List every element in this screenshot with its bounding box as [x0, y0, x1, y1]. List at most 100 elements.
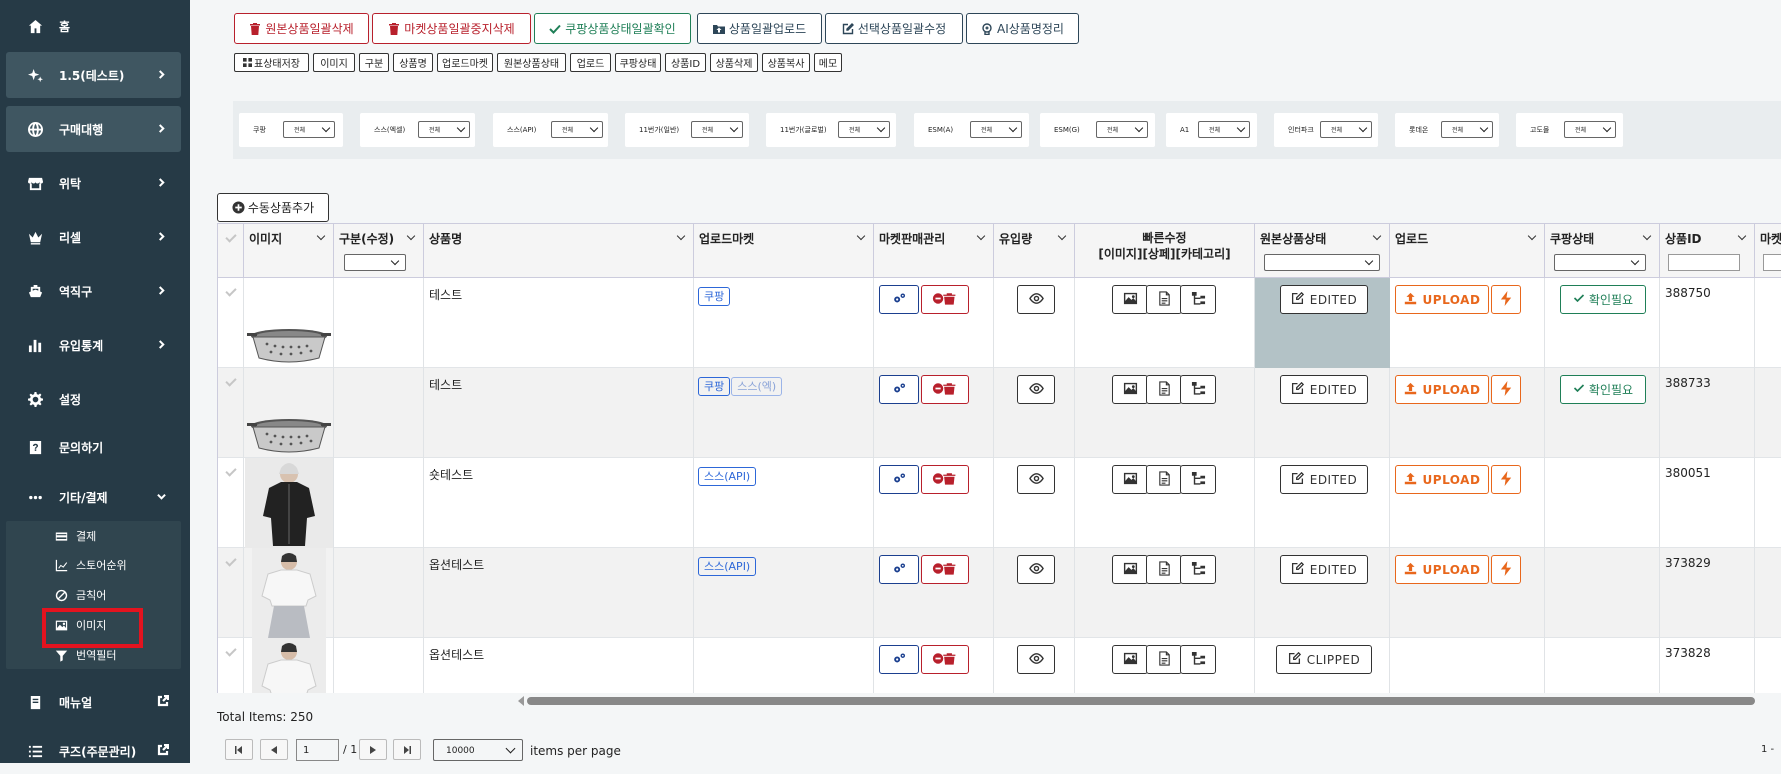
- header-inflow[interactable]: 유입량: [994, 224, 1075, 278]
- sidebar-item-reverse-direct[interactable]: 역직구: [6, 268, 181, 314]
- column-toggle-type[interactable]: 구분: [359, 53, 389, 72]
- quick-edit-category-button[interactable]: [1180, 375, 1216, 404]
- header-type[interactable]: 구분(수정): [334, 224, 424, 278]
- column-toggle-copy[interactable]: 상품복사: [762, 53, 810, 72]
- source-status-button[interactable]: EDITED: [1280, 285, 1368, 314]
- sidebar-item-home[interactable]: 홈: [6, 3, 181, 49]
- quick-upload-button[interactable]: [1491, 285, 1521, 314]
- filter-11st-general-select[interactable]: 전체: [691, 121, 743, 138]
- quick-edit-category-button[interactable]: [1180, 465, 1216, 494]
- last-page-button[interactable]: [393, 739, 421, 760]
- header-coupang-status[interactable]: 쿠팡상태: [1545, 224, 1660, 278]
- header-market[interactable]: 업로드마켓: [694, 224, 874, 278]
- bulk-upload-button[interactable]: 상품일괄업로드: [697, 13, 822, 44]
- filter-11st-global-select[interactable]: 전체: [838, 121, 890, 138]
- stop-delete-button[interactable]: [921, 285, 969, 314]
- page-size-select[interactable]: 10000: [433, 739, 523, 761]
- market-settings-button[interactable]: [879, 555, 919, 584]
- header-product-id[interactable]: 상품ID: [1660, 224, 1755, 278]
- quick-edit-category-button[interactable]: [1180, 555, 1216, 584]
- page-number-input[interactable]: 1: [296, 739, 339, 761]
- coupang-status-button[interactable]: 확인필요: [1560, 285, 1646, 314]
- scroll-left-arrow[interactable]: [518, 696, 524, 706]
- quick-edit-image-button[interactable]: [1112, 465, 1148, 494]
- upload-button[interactable]: UPLOAD: [1395, 555, 1489, 584]
- column-toggle-name[interactable]: 상품명: [393, 53, 433, 72]
- stop-delete-button[interactable]: [921, 465, 969, 494]
- horizontal-scrollbar[interactable]: [527, 697, 1755, 705]
- product-id-filter-input[interactable]: [1668, 254, 1740, 271]
- sidebar-item-inflow-stats[interactable]: 유입통계: [6, 322, 181, 368]
- quick-edit-detail-button[interactable]: [1146, 375, 1182, 404]
- next-page-button[interactable]: [359, 739, 387, 760]
- quick-edit-image-button[interactable]: [1112, 285, 1148, 314]
- view-inflow-button[interactable]: [1017, 285, 1055, 314]
- sidebar-item-inquiry[interactable]: 문의하기: [6, 424, 181, 470]
- header-upload[interactable]: 업로드: [1390, 224, 1545, 278]
- source-status-button[interactable]: EDITED: [1280, 555, 1368, 584]
- sidebar-item-manual[interactable]: 매뉴얼: [6, 679, 181, 725]
- sidebar-item-orders[interactable]: 쿠즈(주문관리): [6, 728, 181, 774]
- quick-edit-detail-button[interactable]: [1146, 285, 1182, 314]
- column-toggle-image[interactable]: 이미지: [313, 53, 355, 72]
- filter-lotteon-select[interactable]: 전체: [1441, 121, 1493, 138]
- source-status-filter-select[interactable]: [1264, 254, 1380, 271]
- bulk-delete-source-button[interactable]: 원본상품일괄삭제: [234, 13, 369, 44]
- market-settings-button[interactable]: [879, 285, 919, 314]
- filter-ss-excel-select[interactable]: 전체: [418, 121, 470, 138]
- header-market-extra[interactable]: 마켓: [1755, 224, 1781, 278]
- column-toggle-product-id[interactable]: 상품ID: [665, 53, 706, 72]
- source-status-button[interactable]: EDITED: [1280, 465, 1368, 494]
- column-toggle-upload[interactable]: 업로드: [570, 53, 611, 72]
- quick-upload-button[interactable]: [1491, 465, 1521, 494]
- sidebar-item-resell[interactable]: 리셀: [6, 214, 181, 260]
- view-inflow-button[interactable]: [1017, 645, 1055, 674]
- column-toggle-coupang-status[interactable]: 쿠팡상태: [615, 53, 661, 72]
- quick-edit-image-button[interactable]: [1112, 555, 1148, 584]
- header-image[interactable]: 이미지: [244, 224, 334, 278]
- filter-coupang-select[interactable]: 전체: [283, 121, 335, 138]
- quick-edit-detail-button[interactable]: [1146, 555, 1182, 584]
- filter-godomall-select[interactable]: 전체: [1564, 121, 1616, 138]
- quick-edit-category-button[interactable]: [1180, 285, 1216, 314]
- quick-edit-detail-button[interactable]: [1146, 465, 1182, 494]
- view-inflow-button[interactable]: [1017, 375, 1055, 404]
- submenu-item-banned-words[interactable]: 금칙어: [55, 585, 106, 605]
- view-inflow-button[interactable]: [1017, 465, 1055, 494]
- bulk-check-coupang-status-button[interactable]: 쿠팡상품상태일괄확인: [534, 13, 691, 44]
- quick-upload-button[interactable]: [1491, 375, 1521, 404]
- sidebar-item-consignment[interactable]: 위탁: [6, 160, 181, 206]
- header-manage[interactable]: 마켓판매관리: [874, 224, 994, 278]
- upload-button[interactable]: UPLOAD: [1395, 285, 1489, 314]
- quick-edit-image-button[interactable]: [1112, 375, 1148, 404]
- table-row[interactable]: 옵션테스트 스스(API) EDITED UPLOAD 373829: [218, 548, 1781, 638]
- prev-page-button[interactable]: [260, 739, 288, 760]
- submenu-item-translation-filter[interactable]: 번역필터: [55, 645, 116, 665]
- header-source-status[interactable]: 원본상품상태: [1255, 224, 1390, 278]
- filter-ss-api-select[interactable]: 전체: [551, 121, 603, 138]
- filter-esm-g-select[interactable]: 전체: [1096, 121, 1148, 138]
- market-filter-input[interactable]: [1763, 254, 1781, 271]
- header-select-all[interactable]: [218, 224, 244, 278]
- market-settings-button[interactable]: [879, 375, 919, 404]
- market-settings-button[interactable]: [879, 465, 919, 494]
- filter-esm-a-select[interactable]: 전체: [970, 121, 1022, 138]
- first-page-button[interactable]: [225, 739, 253, 760]
- upload-button[interactable]: UPLOAD: [1395, 375, 1489, 404]
- table-row[interactable]: 테스트 쿠팡 EDITED UPLOAD 확인필요 388750: [218, 278, 1781, 368]
- bulk-stop-delete-market-button[interactable]: 마켓상품일괄중지삭제: [372, 13, 531, 44]
- header-quick-edit[interactable]: 빠른수정 [이미지][상페][카테고리]: [1075, 224, 1255, 278]
- sidebar-item-etc-payment[interactable]: 기타/결제: [6, 474, 181, 520]
- sidebar-item-purchase-agency[interactable]: 구매대행: [6, 106, 181, 152]
- submenu-item-store-ranking[interactable]: 스토어순위: [55, 555, 127, 575]
- column-toggle-market[interactable]: 업로드마켓: [437, 53, 493, 72]
- add-manual-product-button[interactable]: 수동상품추가: [217, 193, 329, 222]
- header-name[interactable]: 상품명: [424, 224, 694, 278]
- save-table-state-toggle[interactable]: 표상태저장: [234, 53, 309, 72]
- filter-interpark-select[interactable]: 전체: [1320, 121, 1372, 138]
- stop-delete-button[interactable]: [921, 555, 969, 584]
- submenu-item-payment[interactable]: 결제: [55, 526, 96, 546]
- type-filter-select[interactable]: [344, 254, 406, 271]
- quick-upload-button[interactable]: [1491, 555, 1521, 584]
- column-toggle-memo[interactable]: 메모: [814, 53, 842, 72]
